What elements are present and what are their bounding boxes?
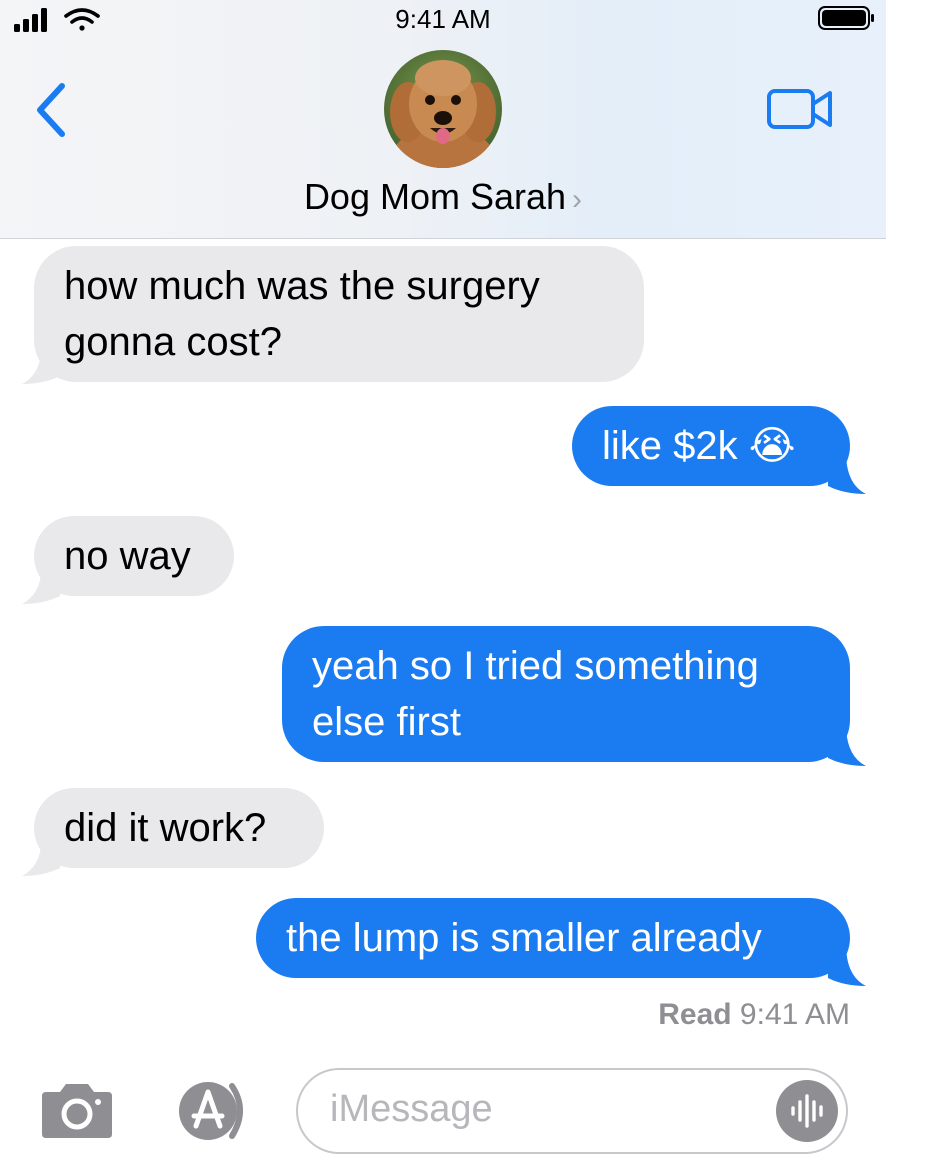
message-input-placeholder: iMessage [330,1088,493,1130]
message-bubble-outgoing: like $2k 😭 [572,406,850,486]
message-text: how much was the surgery gonna cost? [64,264,540,364]
read-time: 9:41 AM [739,998,850,1031]
chevron-left-icon [37,83,65,137]
message-input[interactable]: iMessage [296,1068,848,1154]
message-bubble-incoming: how much was the surgery gonna cost? [34,246,644,382]
app-store-icon [179,1082,243,1140]
contact-name: Dog Mom Sarah [303,176,567,217]
chevron-right-icon: › [572,183,583,216]
camera-icon [42,1084,112,1138]
message-text: the lump is smaller already [286,916,762,960]
video-camera-icon [767,89,832,129]
message-bubble-incoming: no way [34,516,234,596]
contact-name-button[interactable]: Dog Mom Sarah › [0,176,886,218]
app-store-button[interactable] [164,1080,260,1147]
message-text: no way [64,534,191,578]
status-time: 9:41 AM [395,4,491,34]
camera-button[interactable] [40,1080,114,1145]
read-label: Read [658,998,732,1031]
message-text: yeah so I tried something else first [312,644,759,744]
conversation-header: 9:41 AM Dog Mom Sarah › [0,0,886,239]
dog-avatar-image [384,50,502,168]
message-text: like $2k 😭 [602,424,796,468]
voice-message-button[interactable] [776,1080,838,1142]
battery-icon [818,6,874,30]
waveform-icon [791,1094,823,1128]
back-button[interactable] [30,80,80,140]
message-text: did it work? [64,806,267,850]
message-bubble-outgoing: the lump is smaller already [256,898,850,978]
contact-avatar[interactable] [384,50,502,168]
read-receipt: Read 9:41 AM [658,998,850,1032]
message-bubble-outgoing: yeah so I tried something else first [282,626,850,762]
message-bubble-incoming: did it work? [34,788,324,868]
video-call-button[interactable] [766,86,836,137]
